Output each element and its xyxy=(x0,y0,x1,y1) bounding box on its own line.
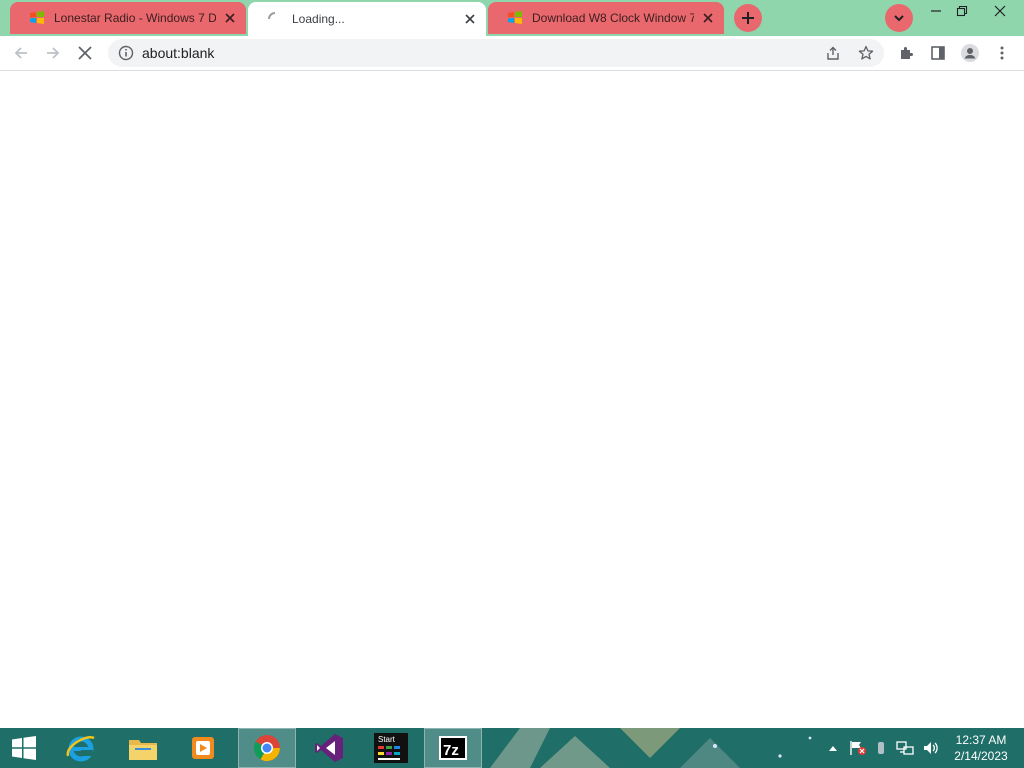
tab-lonestar-radio[interactable]: Lonestar Radio - Windows 7 Des xyxy=(10,2,246,34)
address-bar[interactable] xyxy=(108,39,884,67)
star-icon[interactable] xyxy=(853,40,879,66)
clock-time: 12:37 AM xyxy=(955,733,1007,747)
start-button[interactable] xyxy=(0,728,48,768)
stop-icon xyxy=(78,46,92,60)
network-icon[interactable] xyxy=(894,728,916,768)
tray-device-icon[interactable] xyxy=(874,728,888,768)
loading-spinner-icon xyxy=(266,10,284,28)
minimize-icon xyxy=(931,10,941,12)
tab-title: Lonestar Radio - Windows 7 Des xyxy=(54,11,216,25)
browser-toolbar xyxy=(0,36,1024,70)
wallpaper-decoration xyxy=(490,728,812,768)
new-tab-button[interactable] xyxy=(734,4,762,32)
page-content[interactable] xyxy=(0,71,1024,728)
share-icon[interactable] xyxy=(820,40,846,66)
taskbar-start-app[interactable]: Start xyxy=(362,728,420,768)
tab-loading[interactable]: Loading... xyxy=(248,2,486,36)
volume-icon[interactable] xyxy=(920,728,942,768)
menu-button[interactable] xyxy=(988,39,1016,67)
side-panel-button[interactable] xyxy=(924,39,952,67)
plus-icon xyxy=(742,12,754,24)
tab-title: Download W8 Clock Window 7 G xyxy=(532,11,694,25)
start-app-label: Start xyxy=(378,735,396,744)
chevron-down-icon xyxy=(894,15,904,22)
taskbar-google-chrome[interactable] xyxy=(238,728,296,768)
close-icon[interactable] xyxy=(700,10,716,26)
clock-date: 2/14/2023 xyxy=(954,749,1008,763)
windows-flag-icon xyxy=(506,9,524,27)
close-icon[interactable] xyxy=(222,10,238,26)
close-icon xyxy=(994,5,1006,17)
ie-icon xyxy=(66,735,95,762)
tab-w8-clock[interactable]: Download W8 Clock Window 7 G xyxy=(488,2,724,34)
tab-title: Loading... xyxy=(292,12,345,26)
restore-icon xyxy=(956,5,968,17)
back-button[interactable] xyxy=(7,39,35,67)
arrow-left-icon xyxy=(14,47,27,59)
start-app-icon: Start xyxy=(374,733,408,763)
windows-flag-icon xyxy=(28,9,46,27)
taskbar: Start 7z 12:37 AM 2/14/2023 xyxy=(0,728,1024,768)
7zip-icon: 7z xyxy=(439,736,467,760)
tab-search-button[interactable] xyxy=(885,4,913,32)
stop-button[interactable] xyxy=(71,39,99,67)
profile-button[interactable] xyxy=(956,39,984,67)
info-icon[interactable] xyxy=(118,45,134,61)
taskbar-7zip[interactable]: 7z xyxy=(424,728,482,768)
visual-studio-icon xyxy=(315,734,343,762)
taskbar-media-player[interactable] xyxy=(174,728,232,768)
tab-strip: Lonestar Radio - Windows 7 Des Loading..… xyxy=(0,0,1024,36)
close-window-button[interactable] xyxy=(984,0,1016,22)
close-icon[interactable] xyxy=(462,11,478,27)
chrome-icon xyxy=(253,735,280,761)
restore-button[interactable] xyxy=(946,0,978,22)
side-panel-icon xyxy=(931,46,945,60)
7zip-label: 7z xyxy=(443,742,459,759)
forward-button[interactable] xyxy=(39,39,67,67)
windows-logo-icon xyxy=(12,736,36,760)
show-hidden-icons-button[interactable] xyxy=(826,728,840,768)
avatar-icon xyxy=(961,44,979,62)
taskbar-file-explorer[interactable] xyxy=(114,728,172,768)
more-vertical-icon xyxy=(1000,46,1004,60)
extensions-button[interactable] xyxy=(892,39,920,67)
chevron-up-icon xyxy=(829,746,837,751)
taskbar-internet-explorer[interactable] xyxy=(52,728,110,768)
puzzle-icon xyxy=(901,47,913,59)
taskbar-visual-studio[interactable] xyxy=(300,728,358,768)
media-player-icon xyxy=(192,737,214,759)
folder-icon xyxy=(129,740,157,760)
system-clock[interactable]: 12:37 AM 2/14/2023 xyxy=(946,728,1016,768)
action-center-icon[interactable] xyxy=(848,728,868,768)
url-input[interactable] xyxy=(142,39,782,67)
arrow-right-icon xyxy=(47,47,60,59)
